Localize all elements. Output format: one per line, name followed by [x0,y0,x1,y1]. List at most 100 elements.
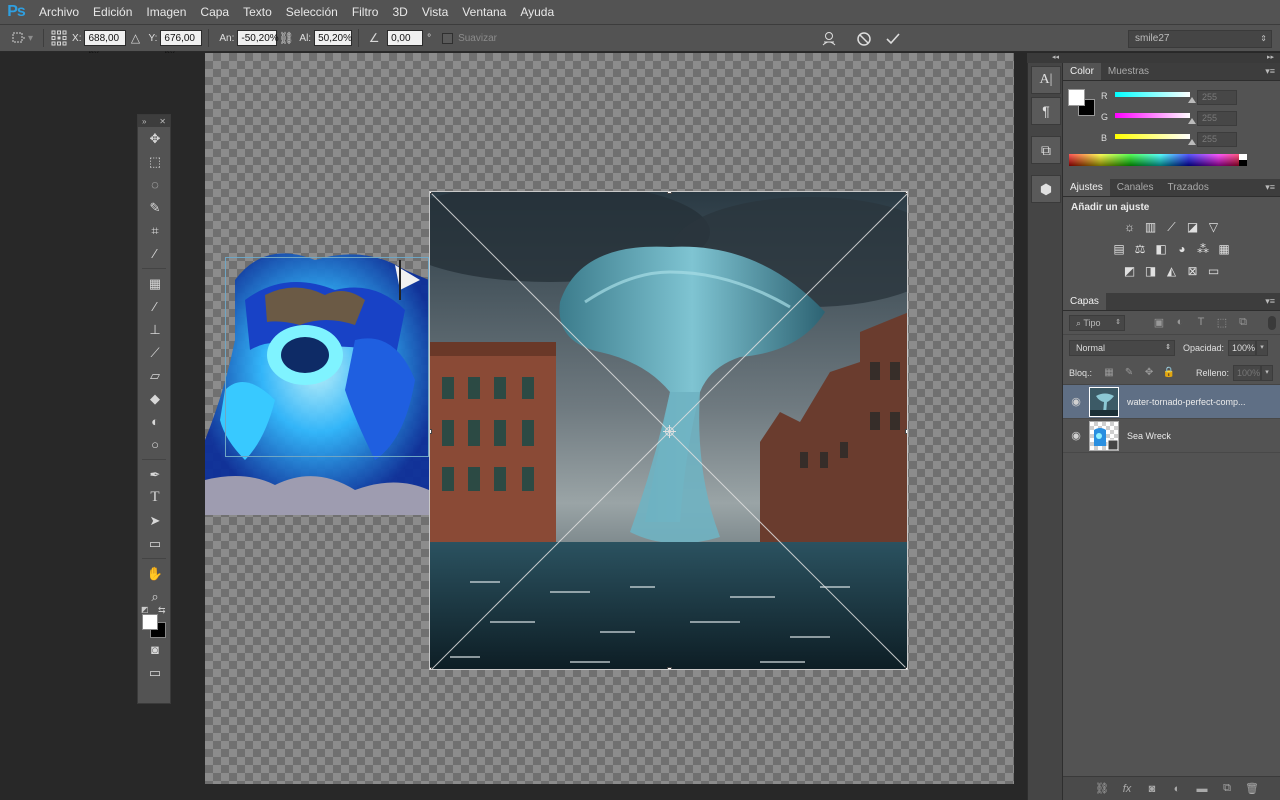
menu-imagen[interactable]: Imagen [139,0,193,24]
shape-layer-filter-icon[interactable]: ⬚ [1214,316,1230,329]
transform-handle-left[interactable] [430,429,432,434]
photo-filter-icon[interactable]: ◕ [1173,240,1191,258]
transform-handle-top-left[interactable] [430,192,432,194]
layer-style-icon[interactable]: fx [1119,783,1135,795]
panel-menu-icon[interactable]: ▾≡ [1265,182,1275,193]
smooth-checkbox[interactable] [442,32,454,44]
screen-mode-icon[interactable]: ▭ [138,661,172,684]
menu-3d[interactable]: 3D [385,0,414,24]
path-selection-tool-icon[interactable]: ➤ [138,509,172,532]
y-position-field[interactable]: 676,00 px [160,30,203,60]
tools-panel-header[interactable]: » ✕ [138,115,170,127]
color-fg-bg-swatches[interactable] [1068,89,1100,121]
red-slider-thumb[interactable] [1188,97,1196,103]
blue-slider[interactable] [1115,134,1190,139]
cancel-transform-icon[interactable] [855,30,873,48]
menu-ayuda[interactable]: Ayuda [513,0,561,24]
foreground-color-swatch[interactable] [142,614,158,630]
history-brush-tool-icon[interactable]: ⟋ [138,341,172,364]
delete-layer-icon[interactable]: 🗑 [1244,782,1260,795]
eyedropper-tool-icon[interactable]: ⁄ [138,242,172,265]
properties-panel-icon[interactable]: ⧉ [1031,136,1061,164]
layer-kind-filter[interactable]: ⌕ Tipo ⇕ [1069,314,1125,331]
adjustment-layer-filter-icon[interactable]: ◐ [1172,316,1188,329]
pen-tool-icon[interactable]: ✒ [138,463,172,486]
lock-position-icon[interactable]: ✥ [1142,367,1156,378]
posterize-icon[interactable]: ◨ [1142,262,1160,280]
link-proportions-icon[interactable]: ⛓ [277,29,295,47]
rotation-angle-field[interactable]: 0,00 [387,30,424,46]
foreground-color-swatch[interactable] [1068,89,1085,106]
type-tool-icon[interactable]: T [138,486,172,509]
transform-handle-bottom[interactable] [667,667,672,669]
opacity-field[interactable]: 100% [1228,340,1257,356]
clone-stamp-tool-icon[interactable]: ⊥ [138,318,172,341]
color-balance-icon[interactable]: ⚖ [1131,240,1149,258]
adjustment-layer-icon[interactable]: ◐ [1169,783,1185,795]
invert-icon[interactable]: ◩ [1121,262,1139,280]
blue-value-field[interactable]: 255 [1197,132,1237,147]
warp-mode-icon[interactable] [820,30,838,48]
healing-brush-tool-icon[interactable]: ▦ [138,272,172,295]
lasso-tool-icon[interactable]: ◌ [138,173,172,196]
red-value-field[interactable]: 255 [1197,90,1237,105]
eraser-tool-icon[interactable]: ▱ [138,364,172,387]
strip-collapse-arrows[interactable]: ◂◂ [1027,53,1063,63]
menu-edicion[interactable]: Edición [86,0,139,24]
quick-selection-tool-icon[interactable]: ✎ [138,196,172,219]
lock-pixels-icon[interactable]: ✎ [1122,367,1136,378]
green-slider[interactable] [1115,113,1190,118]
fill-field[interactable]: 100% [1233,364,1262,381]
menu-vista[interactable]: Vista [415,0,455,24]
menu-ventana[interactable]: Ventana [455,0,513,24]
brush-tool-icon[interactable]: ∕ [138,295,172,318]
add-mask-icon[interactable]: ◙ [1144,783,1160,795]
lock-all-icon[interactable]: 🔒 [1162,367,1176,378]
move-tool-icon[interactable]: ✥ [138,127,172,150]
menu-archivo[interactable]: Archivo [32,0,86,24]
type-layer-filter-icon[interactable]: T [1193,316,1209,329]
paragraph-panel-icon[interactable]: ¶ [1031,97,1061,125]
spectrum-black-swatch[interactable] [1239,160,1247,166]
layer-row-sea-wreck[interactable]: ◉ Sea Wreck [1063,419,1280,453]
x-position-field[interactable]: 688,00 px [84,30,127,60]
smart-object-filter-icon[interactable]: ⧉ [1235,316,1251,329]
panel-menu-icon[interactable]: ▾≡ [1265,296,1275,307]
layer-name[interactable]: water-tornado-perfect-comp... [1127,397,1257,407]
tab-muestras[interactable]: Muestras [1101,63,1156,80]
commit-transform-icon[interactable] [884,30,902,48]
reference-point-icon[interactable] [50,29,68,47]
blend-mode-select[interactable]: Normal ⇕ [1069,340,1175,356]
blue-slider-thumb[interactable] [1188,139,1196,145]
character-panel-icon[interactable]: A| [1031,66,1061,94]
color-lookup-icon[interactable]: ▦ [1215,240,1233,258]
color-spectrum-bar[interactable] [1069,154,1245,166]
transform-handle-bottom-left[interactable] [430,667,432,669]
red-slider[interactable] [1115,92,1190,97]
channel-mixer-icon[interactable]: ⁂ [1194,240,1212,258]
transform-handle-top[interactable] [667,192,672,194]
tab-capas[interactable]: Capas [1063,293,1106,310]
crop-tool-icon[interactable]: ⌗ [138,219,172,242]
marquee-tool-icon[interactable]: ⬚ [138,150,172,173]
dodge-tool-icon[interactable]: ○ [138,433,172,456]
pixel-layer-filter-icon[interactable]: ▣ [1151,316,1167,329]
panels-collapse-arrows[interactable]: ▸▸ [1063,53,1280,63]
lock-transparency-icon[interactable]: ▦ [1102,367,1116,378]
transform-handle-right[interactable] [905,429,907,434]
height-scale-field[interactable]: 50,20% [314,30,353,46]
panel-menu-icon[interactable]: ▾≡ [1265,66,1275,77]
menu-seleccion[interactable]: Selección [279,0,345,24]
blur-tool-icon[interactable]: ◐ [138,410,172,433]
menu-capa[interactable]: Capa [193,0,236,24]
tab-color[interactable]: Color [1063,63,1101,80]
layer-row-water-tornado[interactable]: ◉ water-tornado-perfect-comp... [1063,385,1280,419]
new-layer-icon[interactable]: ⧉ [1219,782,1235,795]
vibrance-icon[interactable]: ▽ [1205,218,1223,236]
rectangle-tool-icon[interactable]: ▭ [138,532,172,555]
link-layers-icon[interactable]: ⛓ [1094,782,1110,795]
eye-visibility-icon[interactable]: ◉ [1063,429,1089,442]
water-tornado-layer-artwork[interactable] [429,191,908,670]
black-white-icon[interactable]: ◧ [1152,240,1170,258]
swap-colors-icon[interactable]: ⇆ [158,605,166,616]
